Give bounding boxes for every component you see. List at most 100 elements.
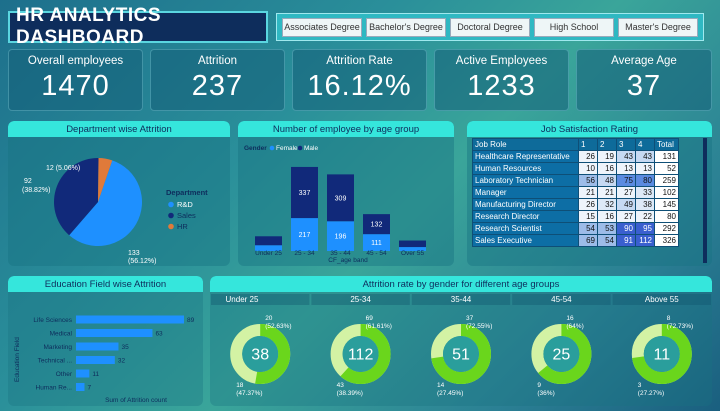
donut-bottom-pct: (47.37%)	[236, 390, 262, 397]
slicer-doctoral-degree[interactable]: Doctoral Degree	[450, 17, 530, 37]
slicer-masters-degree[interactable]: Master's Degree	[618, 17, 698, 37]
legend-female-label: Female	[276, 145, 298, 152]
kpi-value: 37	[626, 70, 662, 102]
bar-value-label: 11	[92, 371, 99, 378]
kpi-label: Attrition Rate	[326, 55, 393, 67]
kpi-label: Active Employees	[455, 55, 548, 67]
slicer-bachelors-degree[interactable]: Bachelor's Degree	[366, 17, 446, 37]
legend-title: Department	[166, 188, 208, 197]
legend-dot	[168, 201, 174, 208]
table-row[interactable]: Manufacturing Director 26 32 49 38 145	[472, 198, 679, 211]
y-tick-label: Human Re...	[36, 385, 73, 392]
kpi-overall-employees: Overall employees 1470	[8, 49, 143, 111]
cell-rating: 49	[616, 198, 636, 211]
cell-rating: 43	[635, 150, 655, 163]
pie-label-sales: 92	[24, 178, 32, 185]
table-row[interactable]: Sales Executive 69 54 91 112 326	[472, 234, 679, 247]
age-group-header: 35-44	[451, 295, 472, 304]
cell-rating: 75	[616, 174, 636, 187]
cell-rating: 54	[597, 234, 617, 247]
donut-total: 11	[653, 347, 670, 364]
bar-value-label: 63	[155, 331, 163, 338]
education-attrition-panel: Education Field wise Attrition Education…	[8, 276, 203, 406]
cell-rating: 32	[597, 198, 617, 211]
age-group-panel: Number of employee by age group Gender F…	[238, 121, 454, 266]
cell-total: 326	[654, 234, 679, 247]
column-header[interactable]: 3	[616, 138, 636, 151]
column-header[interactable]: 4	[635, 138, 655, 151]
legend-male-label: Male	[304, 145, 318, 152]
legend-dot	[168, 212, 174, 219]
kpi-value: 1233	[467, 70, 536, 102]
table-row[interactable]: Manager 21 21 27 33 102	[472, 186, 679, 199]
x-axis-label: CF_age band	[328, 257, 368, 264]
column-header[interactable]: 2	[597, 138, 617, 151]
education-slicer: Associates Degree Bachelor's Degree Doct…	[276, 13, 704, 41]
cell-total: 80	[654, 210, 679, 223]
donut-top-pct: (61.61%)	[366, 323, 392, 330]
cell-job-role: Manufacturing Director	[472, 198, 579, 211]
y-axis-label: Education Field	[14, 337, 21, 382]
kpi-active-employees: Active Employees 1233	[434, 49, 569, 111]
department-attrition-panel: Department wise Attrition 12 (5.06%) 92 …	[8, 121, 230, 266]
age-group-header: 25-34	[350, 295, 371, 304]
cell-rating: 53	[597, 222, 617, 235]
legend-label: Sales	[177, 211, 196, 220]
table-row[interactable]: Healthcare Representative 26 19 43 43 131	[472, 150, 679, 163]
column-header[interactable]: Total	[654, 138, 679, 151]
panel-title: Attrition rate by gender for different a…	[210, 276, 712, 292]
kpi-label: Overall employees	[27, 55, 124, 67]
cell-rating: 26	[578, 150, 598, 163]
cell-rating: 80	[635, 174, 655, 187]
bar-label-male: 337	[299, 190, 311, 197]
donut-total: 51	[452, 347, 470, 364]
cell-rating: 13	[635, 162, 655, 175]
cell-total: 102	[654, 186, 679, 199]
legend-label: HR	[177, 222, 188, 231]
cell-job-role: Human Resources	[472, 162, 579, 175]
donut-top-value: 20	[265, 315, 273, 322]
cell-rating: 43	[616, 150, 636, 163]
donut-bottom-pct: (27.27%)	[638, 390, 664, 397]
slicer-high-school[interactable]: High School	[534, 17, 614, 37]
table-scrollbar[interactable]	[703, 138, 707, 263]
kpi-value: 237	[191, 70, 244, 102]
cell-job-role: Manager	[472, 186, 579, 199]
pie-label-hr: 12 (5.06%)	[46, 165, 80, 172]
donut-top-value: 16	[566, 315, 574, 322]
table-row[interactable]: Research Scientist 54 53 90 95 292	[472, 222, 679, 235]
cell-rating: 48	[597, 174, 617, 187]
y-tick-label: Other	[56, 371, 73, 378]
donut-bottom-pct: (38.39%)	[337, 390, 363, 397]
bar-male	[255, 236, 282, 246]
table-row[interactable]: Research Director 15 16 27 22 80	[472, 210, 679, 223]
cell-rating: 19	[597, 150, 617, 163]
cell-rating: 27	[616, 186, 636, 199]
dashboard-title: HR ANALYTICS DASHBOARD	[8, 5, 268, 48]
legend-female-dot	[269, 145, 275, 151]
y-tick-label: Technical ...	[38, 358, 73, 365]
cell-rating: 95	[635, 222, 655, 235]
x-axis-label: Sum of Attrition count	[105, 397, 167, 404]
table-row[interactable]: Human Resources 10 16 13 13 52	[472, 162, 679, 175]
donut-top-pct: (72.73%)	[667, 323, 693, 330]
cell-rating: 27	[616, 210, 636, 223]
x-tick-label: 25 - 34	[294, 250, 315, 257]
cell-total: 292	[654, 222, 679, 235]
donut-total: 38	[251, 347, 269, 364]
legend-title: Gender	[244, 145, 267, 152]
y-tick-label: Medical	[50, 331, 73, 338]
column-header-job-role[interactable]: Job Role	[472, 138, 579, 151]
bar	[76, 342, 119, 351]
cell-rating: 91	[616, 234, 636, 247]
table-row[interactable]: Laboratory Technician 56 48 75 80 259	[472, 174, 679, 187]
job-satisfaction-table-wrap[interactable]: Job Role 1 2 3 4 Total Healthcare Representat…	[472, 138, 679, 247]
donut-top-pct: (64%)	[566, 323, 583, 330]
column-header[interactable]: 1	[578, 138, 598, 151]
slicer-associates-degree[interactable]: Associates Degree	[282, 17, 362, 37]
donut-top-value: 37	[466, 315, 474, 322]
bar	[76, 315, 184, 324]
bar-label-female: 111	[371, 240, 382, 247]
age-group-bar-chart: Gender Female Male Under 25 217 337 25 - 34…	[244, 145, 426, 264]
job-satisfaction-panel: Job Satisfaction Rating Job Role 1 2 3 4 Tota…	[467, 121, 712, 266]
